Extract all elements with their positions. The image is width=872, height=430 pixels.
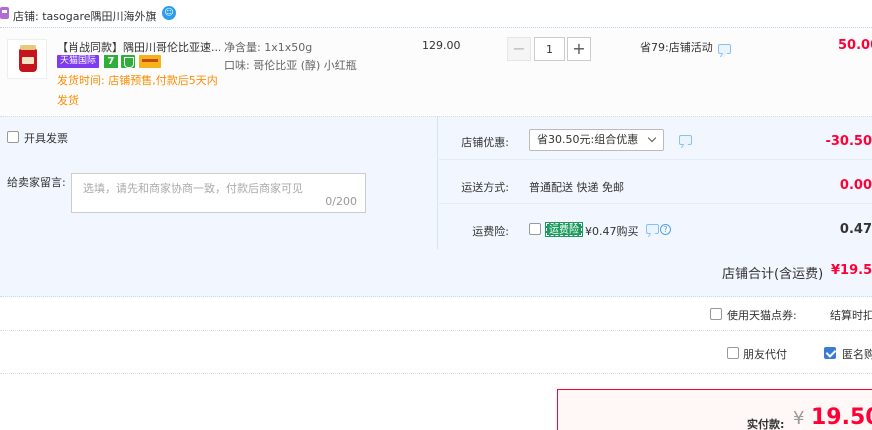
spec-net-weight: 净含量: 1x1x50g	[224, 41, 313, 54]
remarks-panel: 开具发票 给卖家留言: 选填，请先和商家协商一致，付款后商家可见 0/200	[0, 117, 438, 249]
quantity-increase-button[interactable]: +	[567, 37, 591, 61]
ship-time-note: 发货时间: 店铺预售,付款后5天内发货	[57, 74, 218, 107]
promo-info-icon[interactable]	[718, 44, 731, 54]
spec-flavor: 口味: 哥伦比亚 (醇) 小红瓶	[224, 59, 357, 72]
friend-pay-checkbox[interactable]	[727, 347, 739, 359]
credit-card-icon	[139, 55, 161, 68]
insurance-checkbox[interactable]	[529, 223, 541, 235]
shop-coupon-row: 店铺优惠: 省30.50元:组合优惠 -30.50	[439, 117, 872, 160]
shop-name-link[interactable]: 店铺: tasogare隅田川海外旗	[13, 8, 157, 24]
shop-icon	[0, 7, 9, 19]
product-thumbnail[interactable]	[7, 39, 47, 79]
item-total-price: 50.00	[838, 38, 872, 53]
tmall-points-label: 使用天猫点券:	[727, 309, 797, 322]
invoice-checkbox[interactable]	[7, 131, 19, 143]
shop-total-value: ¥19.50	[831, 263, 872, 278]
pay-currency: ¥	[793, 408, 805, 429]
quantity-input[interactable]	[534, 37, 565, 61]
payment-options-row	[0, 331, 872, 374]
product-title-link[interactable]: 【肖战同款】隅田川哥伦比亚速...	[57, 39, 220, 55]
tmall-global-badge: 天猫国际	[57, 55, 100, 68]
shop-coupon-select[interactable]: 省30.50元:组合优惠	[529, 129, 664, 151]
seven-day-return-icon: 7	[104, 55, 118, 68]
shop-total-label: 店铺合计(含运费)	[722, 267, 824, 282]
deduct-label: 结算时扣	[830, 309, 872, 322]
tmall-points-checkbox[interactable]	[710, 308, 722, 320]
shop-coupon-label: 店铺优惠:	[461, 136, 509, 149]
remark-placeholder: 选填，请先和商家协商一致，付款后商家可见	[83, 182, 303, 195]
pay-label: 实付款:	[747, 418, 785, 430]
promo-text: 省79:店铺活动	[640, 41, 713, 54]
insurance-label: 运费险:	[472, 225, 509, 238]
pay-amount: 19.50	[811, 405, 872, 430]
insurance-value: 0.47	[839, 222, 872, 237]
shipping-insurance-row: 运费险: 运费险 ¥0.47购买 ? 0.47	[439, 205, 872, 249]
insurance-badge: 运费险	[545, 222, 583, 237]
order-item-row: 【肖战同款】隅田川哥伦比亚速... 天猫国际 7 发货时间: 店铺预售,付款后5…	[0, 29, 872, 115]
shop-header: 店铺: tasogare隅田川海外旗 ☺	[0, 0, 872, 28]
delivery-label: 运送方式:	[461, 181, 509, 194]
insurance-price: ¥0.47购买	[585, 225, 639, 238]
ww-chat-icon[interactable]: ☺	[162, 6, 176, 20]
delivery-fee: 0.00	[839, 178, 872, 193]
guarantee-icon	[121, 55, 135, 68]
invoice-label: 开具发票	[24, 132, 68, 145]
shop-discount-amount: -30.50	[825, 134, 872, 149]
help-icon[interactable]: ?	[660, 224, 671, 235]
remark-textarea[interactable]: 选填，请先和商家协商一致，付款后商家可见 0/200	[71, 173, 366, 213]
delivery-method: 普通配送 快递 免邮	[529, 181, 624, 194]
friend-pay-label: 朋友代付	[743, 348, 787, 361]
shop-coupon-value: 省30.50元:组合优惠	[537, 133, 639, 146]
delivery-row: 运送方式: 普通配送 快递 免邮 0.00	[439, 161, 872, 204]
quantity-decrease-button[interactable]: −	[507, 37, 531, 61]
anonymous-label: 匿名购	[842, 348, 872, 361]
order-options-panel: 开具发票 给卖家留言: 选填，请先和商家协商一致，付款后商家可见 0/200 店…	[0, 116, 872, 297]
remark-label: 给卖家留言:	[7, 176, 66, 189]
insurance-chat-icon[interactable]	[646, 224, 659, 234]
remark-char-count: 0/200	[325, 195, 357, 208]
payment-summary-box: 实付款: ¥ 19.50	[557, 389, 872, 430]
unit-price: 129.00	[422, 39, 461, 52]
chevron-down-icon	[647, 133, 657, 143]
coupon-info-icon[interactable]	[679, 135, 692, 145]
anonymous-checkbox[interactable]	[824, 347, 836, 359]
